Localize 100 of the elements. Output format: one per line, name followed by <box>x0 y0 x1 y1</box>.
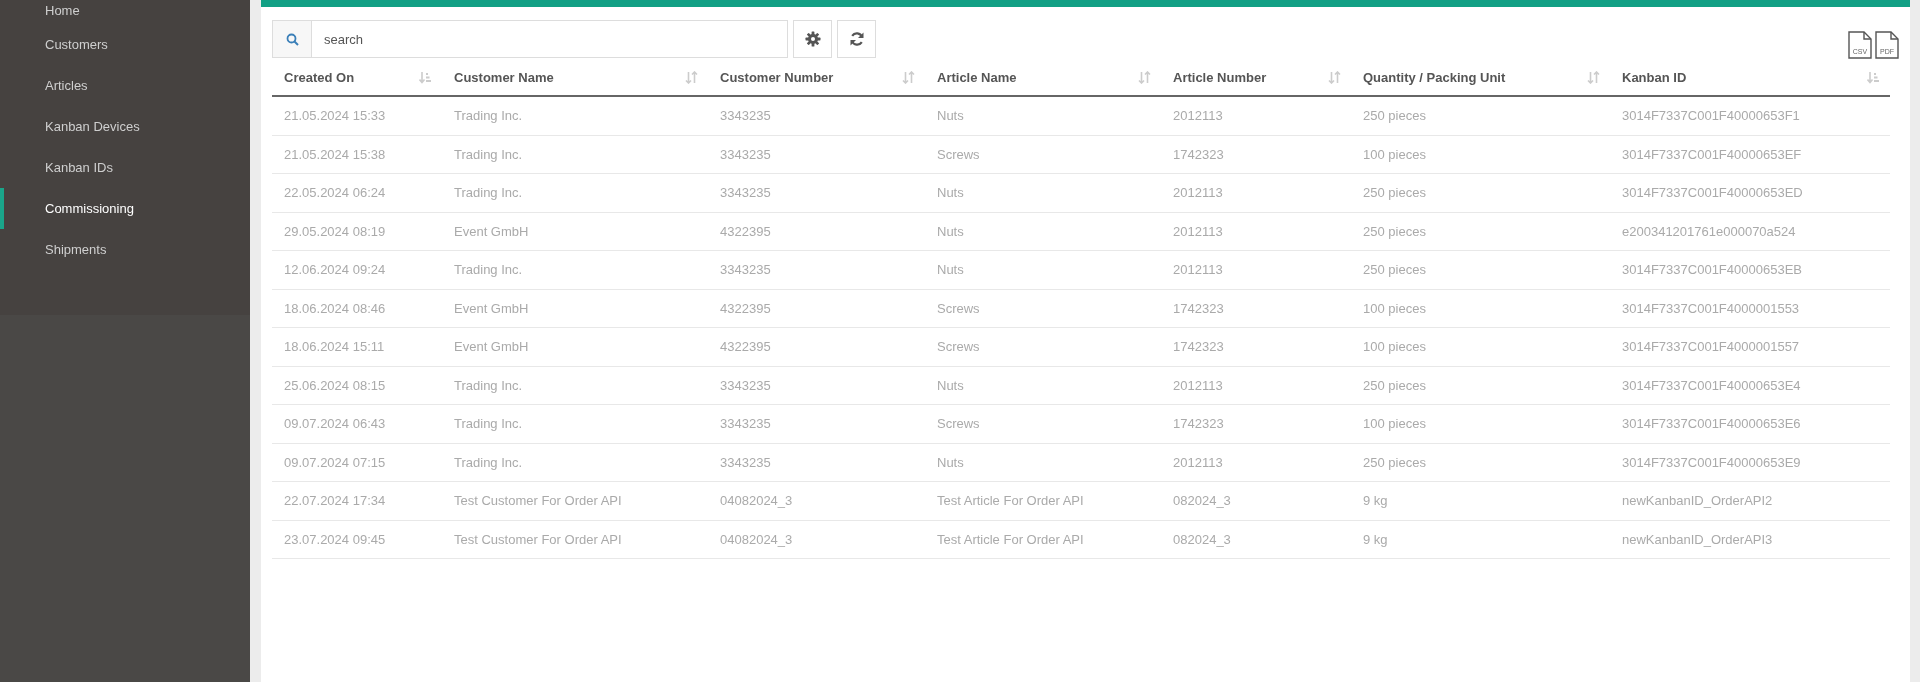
table-cell: Test Article For Order API <box>937 493 1084 509</box>
column-header[interactable]: Customer Number <box>720 69 834 85</box>
table-cell: 22.07.2024 17:34 <box>284 493 386 509</box>
table-cell: 250 pieces <box>1363 377 1426 393</box>
table-cell: 100 pieces <box>1363 339 1426 355</box>
table-cell: 18.06.2024 15:11 <box>284 339 385 355</box>
column-header[interactable]: Article Name <box>937 69 1017 85</box>
table-cell: 1742323 <box>1173 416 1224 432</box>
search-icon <box>285 32 299 46</box>
table-cell: 2012113 <box>1173 377 1223 393</box>
table-cell: Nuts <box>937 262 964 278</box>
table-cell: 04082024_3 <box>720 493 793 509</box>
sort-descending-icon[interactable] <box>419 70 432 84</box>
table-cell: 250 pieces <box>1363 262 1426 278</box>
table-cell: 250 pieces <box>1363 108 1426 124</box>
table-cell: 3343235 <box>720 377 771 393</box>
table-cell: 21.05.2024 15:38 <box>284 146 386 162</box>
table-cell: Screws <box>937 416 980 432</box>
table-cell: 3014F7337C001F4000001557 <box>1622 339 1800 355</box>
table-cell: 29.05.2024 08:19 <box>284 223 386 239</box>
sort-icon[interactable] <box>1328 70 1341 84</box>
table-cell: 04082024_3 <box>720 531 793 547</box>
table-cell: 3343235 <box>720 108 771 124</box>
sidebar-item[interactable]: Shipments <box>0 229 250 270</box>
column-header[interactable]: Article Number <box>1173 69 1267 85</box>
table-cell: 1742323 <box>1173 146 1224 162</box>
table-cell: e200341201761e000070a524 <box>1622 223 1796 239</box>
refresh-button[interactable] <box>837 20 876 58</box>
table-cell: 250 pieces <box>1363 454 1426 470</box>
table-cell: 3343235 <box>720 185 771 201</box>
table-cell: 082024_3 <box>1173 531 1231 547</box>
table-cell: 2012113 <box>1173 223 1223 239</box>
table-cell: 23.07.2024 09:45 <box>284 531 386 547</box>
sort-icon[interactable] <box>1138 70 1151 84</box>
sort-icon[interactable] <box>1587 70 1600 84</box>
table-cell: 100 pieces <box>1363 300 1426 316</box>
sort-icon[interactable] <box>902 70 915 84</box>
table-cell: Nuts <box>937 108 964 124</box>
table-cell: 9 kg <box>1363 531 1388 547</box>
table-cell: Trading Inc. <box>454 108 523 124</box>
search-field[interactable]: search <box>312 20 788 58</box>
table-cell: 09.07.2024 06:43 <box>284 416 386 432</box>
table-cell: 3014F7337C001F40000653ED <box>1622 185 1803 201</box>
table-cell: Trading Inc. <box>454 262 523 278</box>
refresh-icon <box>848 31 865 47</box>
table-cell: 2012113 <box>1173 185 1223 201</box>
table-cell: 18.06.2024 08:46 <box>284 300 386 316</box>
table-cell: 4322395 <box>720 223 771 239</box>
table-cell: Trading Inc. <box>454 416 523 432</box>
table-cell: 100 pieces <box>1363 416 1426 432</box>
table-cell: Test Customer For Order API <box>454 493 622 509</box>
table-cell: Screws <box>937 339 980 355</box>
table-cell: 3014F7337C001F40000653E6 <box>1622 416 1801 432</box>
table-cell: Test Customer For Order API <box>454 531 622 547</box>
sidebar-item[interactable]: Commissioning <box>0 188 250 229</box>
table-cell: 3014F7337C001F40000653E9 <box>1622 454 1801 470</box>
table-cell: 1742323 <box>1173 300 1224 316</box>
table-cell: 3343235 <box>720 454 771 470</box>
table-cell: 25.06.2024 08:15 <box>284 377 386 393</box>
column-header[interactable]: Customer Name <box>454 69 554 85</box>
table-cell: 4322395 <box>720 300 771 316</box>
table-cell: 100 pieces <box>1363 146 1426 162</box>
sort-descending-icon[interactable] <box>1867 70 1880 84</box>
table-cell: 2012113 <box>1173 108 1223 124</box>
table-cell: Event GmbH <box>454 223 529 239</box>
sidebar-item[interactable]: Kanban Devices <box>0 106 250 147</box>
sort-icon[interactable] <box>685 70 698 84</box>
table-cell: 09.07.2024 07:15 <box>284 454 386 470</box>
sidebar-item[interactable]: Home <box>0 0 250 22</box>
table-cell: Event GmbH <box>454 339 529 355</box>
column-header[interactable]: Quantity / Packing Unit <box>1363 69 1506 85</box>
table-cell: newKanbanID_OrderAPI2 <box>1622 493 1773 509</box>
table-cell: 22.05.2024 06:24 <box>284 185 386 201</box>
table-cell: 3014F7337C001F4000001553 <box>1622 300 1800 316</box>
table-cell: Nuts <box>937 377 964 393</box>
table-cell: Trading Inc. <box>454 377 523 393</box>
table-cell: Trading Inc. <box>454 146 523 162</box>
table-cell: Nuts <box>937 223 964 239</box>
table-cell: 12.06.2024 09:24 <box>284 262 386 278</box>
settings-icon <box>804 31 821 47</box>
table-cell: Event GmbH <box>454 300 529 316</box>
table-cell: 250 pieces <box>1363 185 1426 201</box>
settings-button[interactable] <box>793 20 832 58</box>
sidebar-item[interactable]: Kanban IDs <box>0 147 250 188</box>
column-header[interactable]: Kanban ID <box>1622 69 1687 85</box>
table-cell: Screws <box>937 300 980 316</box>
table-cell: 3343235 <box>720 146 771 162</box>
table-cell: 3343235 <box>720 262 771 278</box>
table-cell: Test Article For Order API <box>937 531 1084 547</box>
column-header[interactable]: Created On <box>284 69 355 85</box>
table-cell: 9 kg <box>1363 493 1388 509</box>
table-cell: Nuts <box>937 454 964 470</box>
table-cell: 3014F7337C001F40000653F1 <box>1622 108 1800 124</box>
sidebar-item[interactable]: Customers <box>0 24 250 65</box>
table-cell: newKanbanID_OrderAPI3 <box>1622 531 1773 547</box>
sidebar-item[interactable]: Articles <box>0 65 250 106</box>
table-cell: 21.05.2024 15:33 <box>284 108 386 124</box>
table-cell: 1742323 <box>1173 339 1224 355</box>
table-cell: 4322395 <box>720 339 771 355</box>
table-cell: 082024_3 <box>1173 493 1231 509</box>
